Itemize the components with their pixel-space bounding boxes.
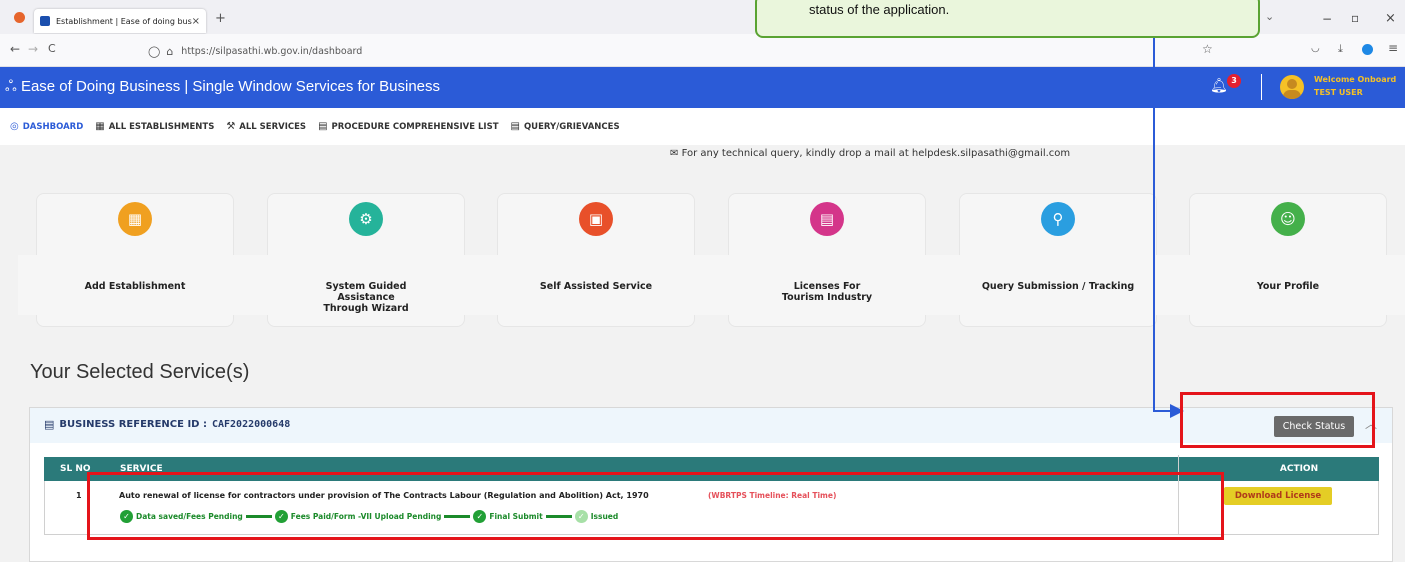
list-icon: ▤ [510,121,520,132]
building-icon: ▦ [95,121,105,132]
tab-title: Establishment | Ease of doing busin [56,16,192,26]
column-header-action: ACTION [1279,464,1319,474]
window-close-button[interactable]: × [1385,11,1396,26]
back-button[interactable]: ← [10,42,20,56]
menu-item-dashboard[interactable]: ◎ DASHBOARD [10,121,83,132]
main-menu: ◎ DASHBOARD ▦ ALL ESTABLISHMENTS ⚒ ALL SERV… [0,108,1405,145]
notification-badge: 3 [1227,74,1241,88]
card-your-profile[interactable]: ☺ Your Profile [1171,193,1405,327]
user-icon: ☺ [1271,202,1305,236]
list-icon: ▤ [44,418,55,431]
card-query-submission[interactable]: ⚲ Query Submission / Tracking [941,193,1175,327]
tab-close-icon[interactable]: × [192,16,200,27]
menu-item-all-establishments[interactable]: ▦ ALL ESTABLISHMENTS [95,121,214,132]
search-icon: ⚲ [1041,202,1075,236]
browser-tab[interactable]: Establishment | Ease of doing busin × [34,9,206,33]
grid-icon: ▣ [579,202,613,236]
account-icon[interactable] [1362,44,1373,55]
annotation-highlight-check-status [1180,392,1375,448]
restore-button[interactable]: ▫ [1351,11,1359,25]
forward-button[interactable]: → [28,42,38,56]
avatar[interactable] [1280,75,1304,99]
menu-item-query-grievances[interactable]: ▤ QUERY/GRIEVANCES [511,121,620,132]
column-header-sl: SL NO [60,464,91,474]
shield-icon: ◯ [148,44,161,58]
header-divider [1261,74,1262,100]
annotation-highlight-service-row [87,472,1224,540]
menu-item-all-services[interactable]: ⚒ ALL SERVICES [226,121,306,132]
reload-button[interactable]: C [48,42,56,55]
card-self-assisted-service[interactable]: ▣ Self Assisted Service [479,193,713,327]
minimize-button[interactable]: − [1322,12,1332,26]
wrench-icon: ⚒ [226,121,236,132]
tab-list-chevron-icon[interactable]: ⌄ [1265,10,1274,23]
business-reference: ▤ BUSINESS REFERENCE ID : CAF2022000648 [44,418,291,431]
firefox-icon [14,12,25,23]
menu-hamburger-icon[interactable]: ≡ [1388,41,1398,55]
helpline-text: ✉ For any technical query, kindly drop a… [670,148,1071,159]
building-icon: ▦ [118,202,152,236]
menu-item-procedure-list[interactable]: ▤ PROCEDURE COMPREHENSIVE LIST [318,121,498,132]
browser-nav-bar: ← → C ◯ ⌂ https://silpasathi.wb.gov.in/d… [0,34,1405,67]
bookmark-star-icon[interactable]: ☆ [1202,42,1213,56]
download-icon[interactable]: ⤓ [1338,42,1343,56]
list-icon: ▤ [318,121,328,132]
mail-icon: ✉ [670,148,682,159]
site-title: ஃ Ease of Doing Business | Single Window… [5,78,441,95]
notification-bell-icon[interactable]: 🔔︎ [1210,78,1228,94]
download-license-button[interactable]: Download License [1224,487,1332,505]
section-title: Your Selected Service(s) [30,361,250,383]
card-licenses-tourism[interactable]: ▤ Licenses For Tourism Industry [710,193,944,327]
card-add-establishment[interactable]: ▦ Add Establishment [18,193,252,327]
user-name: TEST USER [1314,88,1363,97]
site-header: ஃ Ease of Doing Business | Single Window… [0,67,1405,108]
new-tab-button[interactable]: + [215,11,226,26]
pocket-icon[interactable]: ◡ [1311,43,1320,54]
row-sl-number: 1 [76,491,82,500]
license-icon: ▤ [810,202,844,236]
lock-icon: ⌂ [166,44,174,58]
annotation-arrow [1153,38,1155,411]
dashboard-icon: ◎ [10,121,19,132]
business-reference-id: CAF2022000648 [211,419,291,430]
url-text[interactable]: https://silpasathi.wb.gov.in/dashboard [181,46,362,57]
logo-icon: ஃ [5,78,21,95]
gear-icon: ⚙ [349,202,383,236]
welcome-text: Welcome Onboard [1314,75,1397,84]
address-bar[interactable]: ◯ ⌂ https://silpasathi.wb.gov.in/dashboa… [148,40,1200,62]
card-system-guided-assistance[interactable]: ⚙ System Guided Assistance Through Wizar… [249,193,483,327]
annotation-callout-text: status of the application. [809,2,950,17]
site-favicon-icon [40,16,50,26]
